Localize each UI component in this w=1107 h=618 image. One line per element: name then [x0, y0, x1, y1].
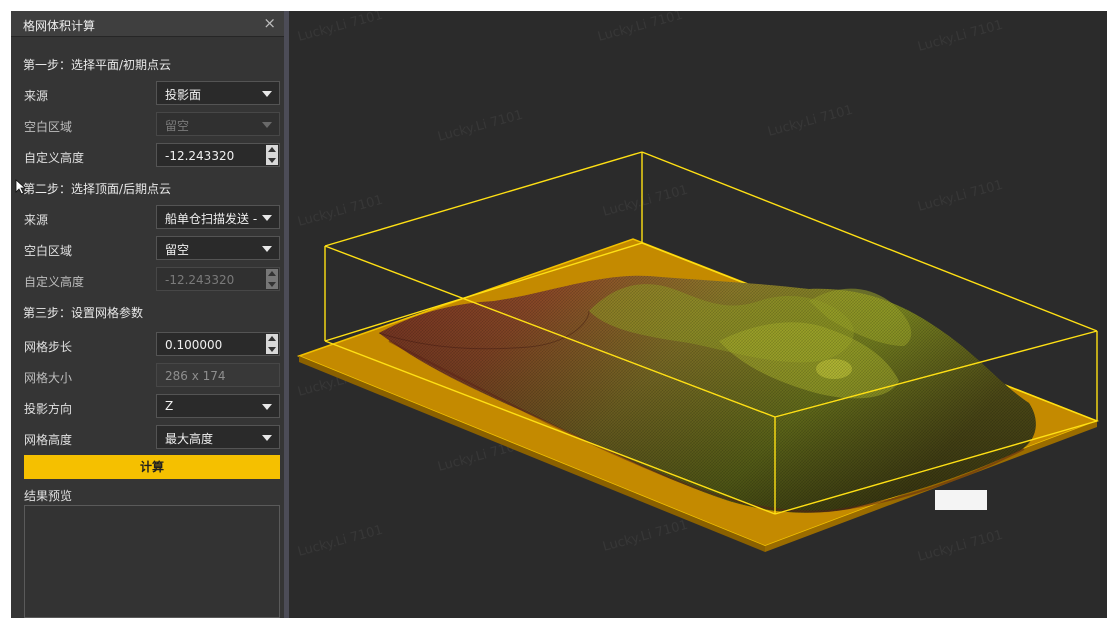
spin-down-icon[interactable]	[266, 155, 278, 165]
panel-title: 格网体积计算	[23, 19, 96, 33]
step2-heading: 第二步：选择顶面/后期点云	[23, 182, 172, 196]
overlay-patch	[935, 490, 987, 510]
projection-dir-select[interactable]: Z	[156, 394, 280, 418]
chevron-down-icon	[262, 404, 272, 410]
chevron-down-icon	[262, 91, 272, 97]
grid-size-field: 286 x 174	[156, 363, 280, 387]
watermark-text: Lucky.Li 7101	[766, 103, 854, 140]
step1-height-spinbox[interactable]: -12.243320	[156, 143, 280, 167]
grid-step-label: 网格步长	[24, 340, 73, 354]
step1-source-label: 来源	[24, 89, 49, 103]
chevron-down-icon	[262, 122, 272, 128]
step2-height-value: -12.243320	[165, 273, 235, 287]
watermark-text: Lucky.Li 7101	[596, 11, 684, 45]
spin-up-icon[interactable]	[266, 145, 278, 155]
result-preview-label: 结果预览	[24, 489, 73, 503]
result-preview-box[interactable]	[24, 505, 280, 618]
close-icon[interactable]: ×	[263, 14, 276, 32]
watermark-text: Lucky.Li 7101	[916, 178, 1004, 215]
watermark-text: Lucky.Li 7101	[296, 11, 384, 45]
grid-step-spinbox[interactable]: 0.100000	[156, 332, 280, 356]
step1-source-value: 投影面	[165, 88, 202, 102]
step1-heading: 第一步：选择平面/初期点云	[23, 58, 172, 72]
grid-height-label: 网格高度	[24, 433, 73, 447]
watermark-text: Lucky.Li 7101	[436, 108, 524, 145]
grid-height-value: 最大高度	[165, 432, 214, 446]
step1-empty-label: 空白区域	[24, 120, 73, 134]
step1-source-select[interactable]: 投影面	[156, 81, 280, 105]
step2-source-select[interactable]: 船单仓扫描发送 - C	[156, 205, 280, 229]
watermark-text: Lucky.Li 7101	[601, 518, 689, 555]
calculate-button[interactable]: 计算	[24, 455, 280, 479]
projection-dir-label: 投影方向	[24, 402, 73, 416]
panel-titlebar[interactable]: 格网体积计算 ×	[11, 11, 284, 37]
grid-size-value: 286 x 174	[165, 369, 226, 383]
step2-source-value: 船单仓扫描发送 - C	[165, 212, 261, 226]
mouse-cursor-icon	[15, 179, 27, 195]
step2-source-label: 来源	[24, 213, 49, 227]
spin-up-icon[interactable]	[266, 334, 278, 344]
step1-height-label: 自定义高度	[24, 151, 85, 165]
grid-height-select[interactable]: 最大高度	[156, 425, 280, 449]
step3-heading: 第三步：设置网格参数	[23, 306, 144, 320]
step2-height-label: 自定义高度	[24, 275, 85, 289]
3d-viewport[interactable]: Lucky.Li 7101 Lucky.Li 7101 Lucky.Li 710…	[289, 11, 1107, 618]
watermark-text: Lucky.Li 7101	[601, 183, 689, 220]
spin-down-icon[interactable]	[266, 344, 278, 354]
grid-volume-panel: 格网体积计算 × 第一步：选择平面/初期点云 来源 投影面 空白区域 留空 自定…	[11, 11, 284, 618]
grid-size-label: 网格大小	[24, 371, 73, 385]
scene-svg: Lucky.Li 7101 Lucky.Li 7101 Lucky.Li 710…	[296, 11, 1100, 565]
watermark-text: Lucky.Li 7101	[916, 528, 1004, 565]
watermark-text: Lucky.Li 7101	[296, 193, 384, 230]
watermark-text: Lucky.Li 7101	[296, 523, 384, 560]
chevron-down-icon	[262, 435, 272, 441]
step1-height-value: -12.243320	[165, 149, 235, 163]
spin-down-icon	[266, 279, 278, 289]
step2-empty-label: 空白区域	[24, 244, 73, 258]
chevron-down-icon	[262, 246, 272, 252]
projection-dir-value: Z	[165, 399, 174, 413]
chevron-down-icon	[262, 215, 272, 221]
grid-step-value: 0.100000	[165, 338, 223, 352]
spin-up-icon	[266, 269, 278, 279]
step1-empty-select: 留空	[156, 112, 280, 136]
app-window: 格网体积计算 × 第一步：选择平面/初期点云 来源 投影面 空白区域 留空 自定…	[11, 11, 1107, 618]
step2-empty-select[interactable]: 留空	[156, 236, 280, 260]
step2-empty-value: 留空	[165, 243, 190, 257]
watermark-text: Lucky.Li 7101	[916, 18, 1004, 55]
step1-empty-value: 留空	[165, 119, 190, 133]
step2-height-spinbox: -12.243320	[156, 267, 280, 291]
